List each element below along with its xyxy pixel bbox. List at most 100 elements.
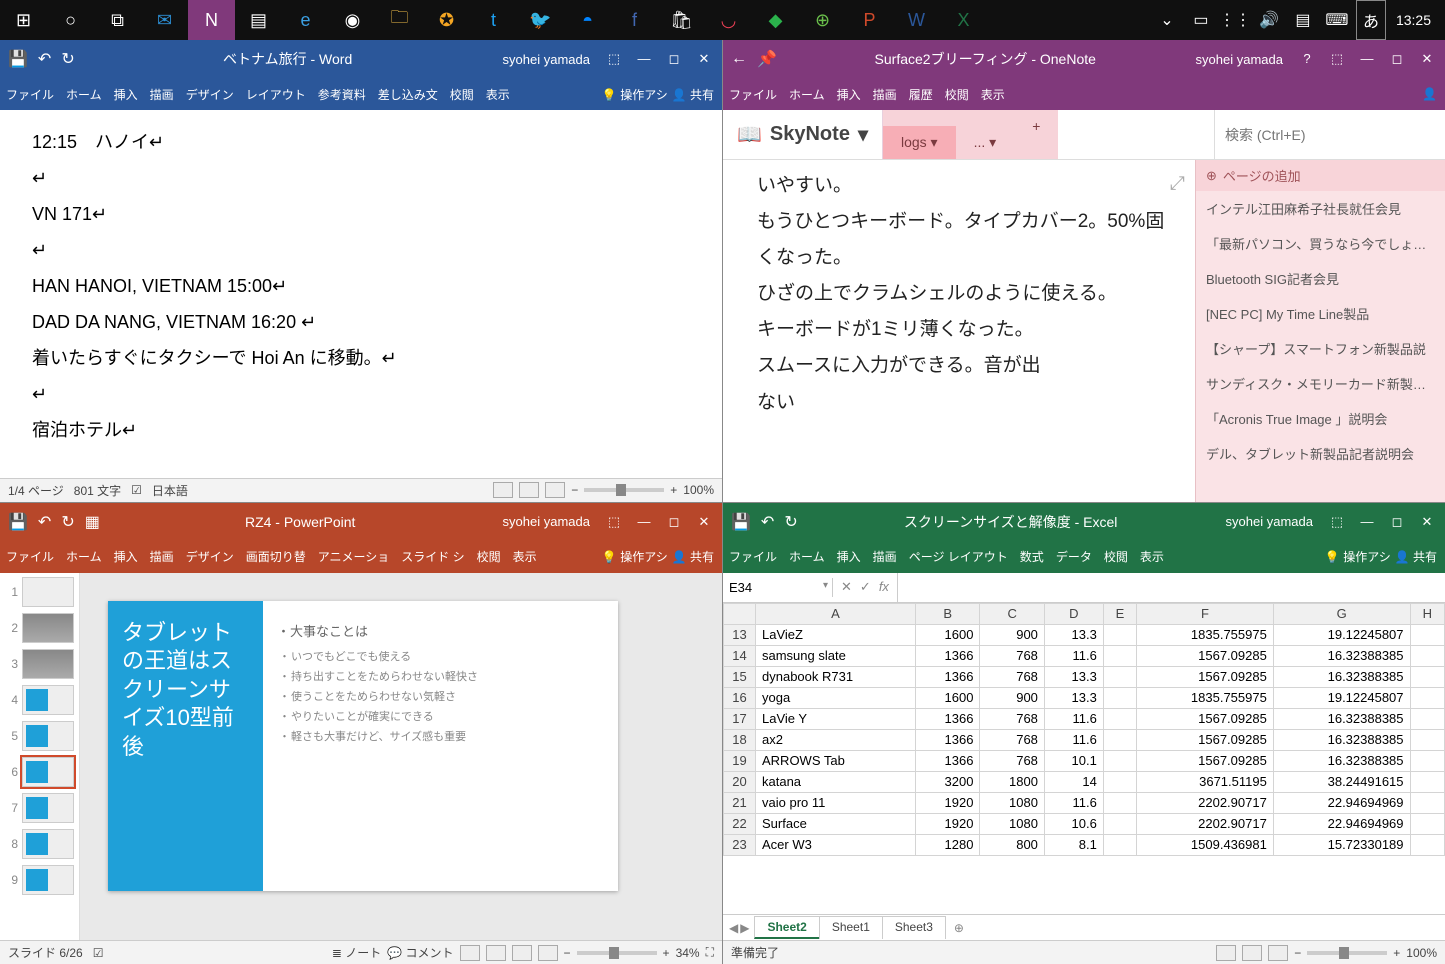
bullet[interactable]: 軽さも大事だけど、サイズ感も重要	[277, 726, 604, 746]
table-row[interactable]: 14samsung slate136676811.61567.0928516.3…	[724, 645, 1445, 666]
cell[interactable]: 14	[1044, 771, 1103, 792]
paragraph[interactable]: HAN HANOI, VIETNAM 15:00↵	[32, 268, 690, 304]
onenote-icon[interactable]: N	[188, 0, 235, 40]
tab-挿入[interactable]: 挿入	[831, 548, 867, 565]
cell[interactable]	[1410, 834, 1444, 855]
note-line[interactable]: キーボードが1ミリ薄くなった。	[757, 312, 1175, 348]
sheet-tab[interactable]: Sheet2	[754, 916, 819, 939]
cell[interactable]	[1410, 708, 1444, 729]
cell[interactable]: 1366	[916, 666, 980, 687]
zoom-slider[interactable]	[1307, 951, 1387, 955]
table-row[interactable]: 22Surface1920108010.62202.9071722.946949…	[724, 813, 1445, 834]
paragraph[interactable]: 12:15 ハノイ↵	[32, 124, 690, 160]
paragraph[interactable]: DAD DA NANG, VIETNAM 16:20 ↵	[32, 304, 690, 340]
add-section-button[interactable]: +	[1014, 110, 1058, 159]
enter-icon[interactable]: ✓	[860, 579, 871, 595]
cell[interactable]	[1410, 666, 1444, 687]
cell[interactable]: 1800	[980, 771, 1044, 792]
twitter2-icon[interactable]: 🐦	[517, 0, 564, 40]
note-line[interactable]: ない	[757, 385, 1175, 421]
cell[interactable]: 768	[980, 645, 1044, 666]
taskbar[interactable]: ⊞ ○ ⧉ ✉ N ▤ e ◉ 🗀 ✪ t 🐦 ◓ f 🛍 ◡ ◆ ⊕ P W …	[0, 0, 1445, 40]
tab-レイアウト[interactable]: レイアウト	[240, 86, 312, 103]
cell[interactable]: 1600	[916, 624, 980, 645]
file-icon[interactable]: ▤	[235, 0, 282, 40]
page-list-item[interactable]: [NEC PC] My Time Line製品	[1196, 296, 1445, 331]
thumbnail-4[interactable]: 4	[4, 685, 75, 715]
close-icon[interactable]: ✕	[1413, 514, 1441, 530]
cell[interactable]: 22.94694969	[1273, 792, 1410, 813]
language[interactable]: 日本語	[152, 482, 188, 499]
proofing-icon[interactable]: ☑	[131, 483, 142, 497]
tab-描画[interactable]: 描画	[144, 548, 180, 565]
cell[interactable]: 768	[980, 666, 1044, 687]
cell[interactable]: 13.3	[1044, 624, 1103, 645]
cell[interactable]	[1103, 624, 1136, 645]
undo-icon[interactable]: ↶	[38, 512, 51, 532]
explorer-icon[interactable]: 🗀	[376, 0, 423, 40]
cell[interactable]: 16.32388385	[1273, 645, 1410, 666]
cell[interactable]	[1410, 750, 1444, 771]
tab-画面切り替[interactable]: 画面切り替	[240, 548, 312, 565]
cell[interactable]	[1410, 645, 1444, 666]
row-header[interactable]: 21	[724, 792, 756, 813]
cell[interactable]	[1103, 750, 1136, 771]
row-header[interactable]: 15	[724, 666, 756, 687]
paragraph[interactable]: ↵	[32, 232, 690, 268]
slide-canvas[interactable]: タブレットの王道はスクリーンサイズ10型前後 ・大事なことは いつでもどこでも使…	[80, 573, 722, 941]
cell[interactable]: 19.12245807	[1273, 624, 1410, 645]
cell[interactable]: 11.6	[1044, 729, 1103, 750]
section-tab[interactable]: logs ▾	[883, 126, 956, 159]
cell[interactable]: 900	[980, 687, 1044, 708]
cell[interactable]: 11.6	[1044, 645, 1103, 666]
page-list-item[interactable]: Bluetooth SIG記者会見	[1196, 261, 1445, 296]
table-row[interactable]: 13LaVieZ160090013.31835.75597519.1224580…	[724, 624, 1445, 645]
tab-ページ レイアウト[interactable]: ページ レイアウト	[903, 548, 1014, 565]
cell[interactable]: samsung slate	[756, 645, 916, 666]
zoom-out-icon[interactable]: −	[1294, 946, 1301, 960]
tab-表示[interactable]: 表示	[975, 86, 1011, 103]
tab-デザイン[interactable]: デザイン	[180, 548, 240, 565]
table-row[interactable]: 20katana32001800143671.5119538.24491615	[724, 771, 1445, 792]
tab-参考資料[interactable]: 参考資料	[312, 86, 372, 103]
tab-ホーム[interactable]: ホーム	[783, 86, 831, 103]
thumbnail-9[interactable]: 9	[4, 865, 75, 895]
pin-icon[interactable]: 📌	[757, 49, 777, 69]
thumbnail-2[interactable]: 2	[4, 613, 75, 643]
cell[interactable]	[1103, 834, 1136, 855]
sorter-view-icon[interactable]	[486, 945, 506, 961]
notes-button[interactable]: ≣ ノート	[332, 944, 381, 961]
thumbnail-3[interactable]: 3	[4, 649, 75, 679]
cell[interactable]: LaVie Y	[756, 708, 916, 729]
tab-描画[interactable]: 描画	[867, 548, 903, 565]
cell[interactable]: 8.1	[1044, 834, 1103, 855]
ppt-titlebar[interactable]: 💾 ↶ ↻ ▦ RZ4 - PowerPoint syohei yamada ⬚…	[0, 503, 722, 541]
zoom-value[interactable]: 34%	[676, 946, 700, 960]
sheet-tab[interactable]: Sheet3	[882, 916, 946, 939]
zoom-in-icon[interactable]: +	[663, 946, 670, 960]
cell[interactable]: 1280	[916, 834, 980, 855]
normal-view-icon[interactable]	[1216, 945, 1236, 961]
row-header[interactable]: 19	[724, 750, 756, 771]
cell[interactable]	[1410, 771, 1444, 792]
slide-content[interactable]: ・大事なことは いつでもどこでも使える持ち出すことをためらわせない軽快さ使うこと…	[263, 601, 618, 891]
cell[interactable]: 1567.09285	[1137, 729, 1274, 750]
paragraph[interactable]: 宿泊ホテル↵	[32, 412, 690, 448]
zoom-value[interactable]: 100%	[1406, 946, 1437, 960]
paragraph[interactable]: VN 171↵	[32, 196, 690, 232]
table-row[interactable]: 17LaVie Y136676811.61567.0928516.3238838…	[724, 708, 1445, 729]
cell[interactable]: 11.6	[1044, 792, 1103, 813]
col-F[interactable]: F	[1137, 603, 1274, 624]
tell-me[interactable]: 💡 操作アシ	[602, 86, 668, 103]
cortana-icon[interactable]: ○	[47, 0, 94, 40]
cell[interactable]: 1920	[916, 813, 980, 834]
tab-デザイン[interactable]: デザイン	[180, 86, 240, 103]
cell[interactable]: 10.6	[1044, 813, 1103, 834]
cell[interactable]: 16.32388385	[1273, 708, 1410, 729]
row-header[interactable]: 20	[724, 771, 756, 792]
ime-mode[interactable]: あ	[1356, 0, 1386, 40]
redo-icon[interactable]: ↻	[61, 512, 74, 532]
tray-chevron-icon[interactable]: ⌄	[1152, 0, 1182, 40]
page-list-item[interactable]: 「Acronis True Image 」説明会	[1196, 401, 1445, 436]
facebook-icon[interactable]: f	[611, 0, 658, 40]
